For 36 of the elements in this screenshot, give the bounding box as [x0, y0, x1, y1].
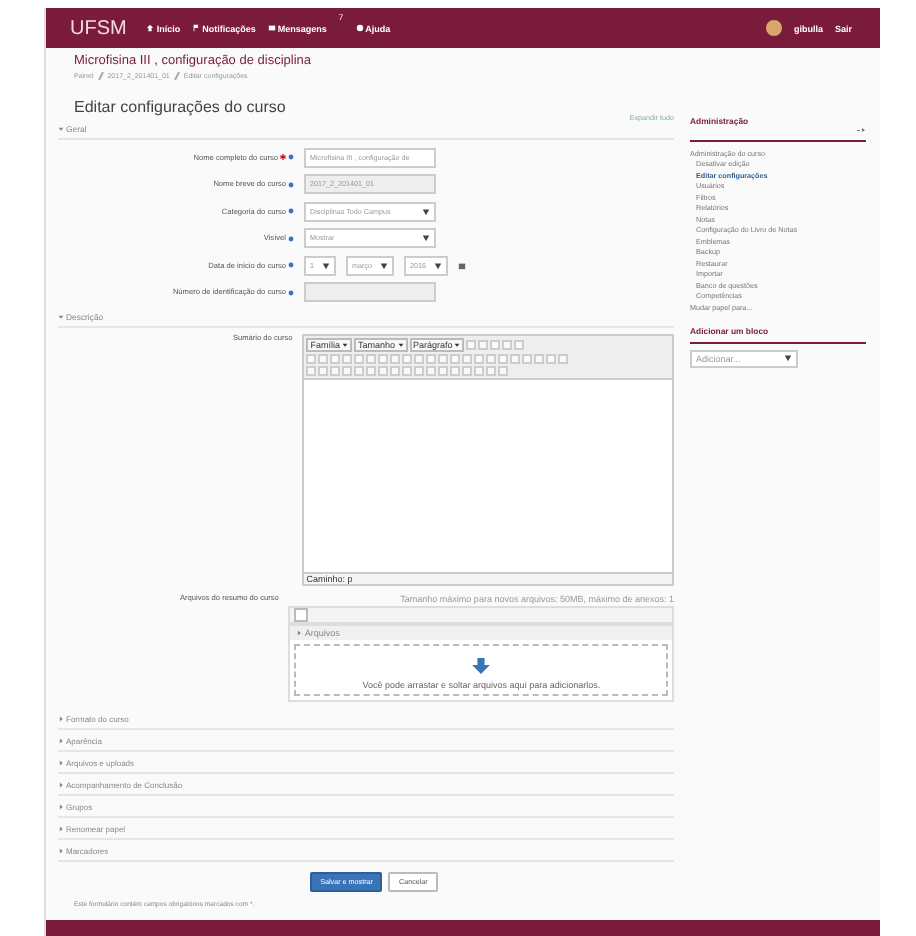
help-icon [355, 24, 364, 32]
dropdown-caret-icon [422, 207, 430, 215]
help-icon[interactable] [288, 235, 294, 241]
caret-icon [342, 342, 349, 348]
expand-icon[interactable] [58, 803, 64, 810]
dropdown-caret-icon [784, 354, 792, 362]
brand-logo[interactable]: UFSM [70, 17, 127, 39]
expand-icon[interactable] [58, 825, 64, 832]
dropdown-caret-icon [322, 261, 330, 269]
block-controls-icon[interactable] [856, 126, 866, 134]
dropdown-caret-icon [380, 261, 388, 269]
dropdown-caret-icon [422, 234, 430, 242]
text-field[interactable] [304, 282, 436, 302]
help-icon[interactable] [288, 262, 294, 268]
envelope-icon [267, 24, 276, 32]
caret-icon [454, 342, 461, 348]
separator-icon [173, 72, 180, 80]
separator-icon [97, 72, 104, 80]
help-icon[interactable] [288, 208, 294, 214]
expand-icon[interactable] [58, 847, 64, 854]
expand-icon[interactable] [58, 759, 64, 766]
caret-icon [397, 342, 404, 348]
help-icon[interactable] [288, 154, 294, 160]
page-title: Editar configurações do curso [74, 98, 288, 116]
expand-icon[interactable] [58, 737, 64, 744]
calendar-icon[interactable] [458, 261, 466, 269]
dropdown-caret-icon [434, 261, 442, 269]
expand-icon[interactable] [58, 781, 64, 788]
expand-icon[interactable] [58, 715, 64, 722]
add-file-button[interactable] [294, 607, 309, 621]
flag-icon [192, 24, 201, 32]
down-arrow-icon [472, 657, 491, 673]
help-icon[interactable] [288, 181, 294, 187]
avatar-icon[interactable] [765, 20, 782, 36]
help-icon[interactable] [288, 289, 294, 295]
home-icon [146, 24, 155, 32]
